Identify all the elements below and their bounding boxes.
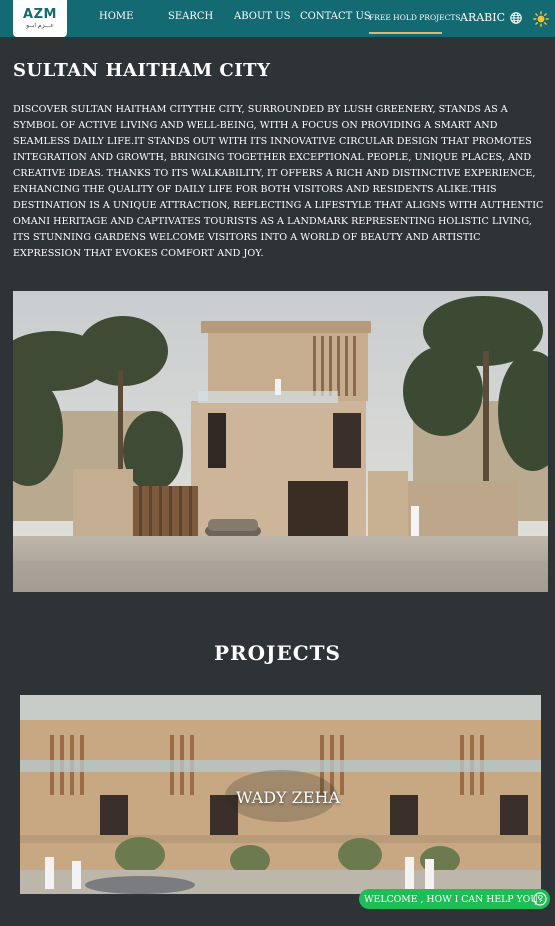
- chat-welcome-text: WELCOME , HOW I CAN HELP YOU?: [364, 893, 544, 905]
- project-name: WADY ZEHA: [236, 787, 340, 807]
- page-title: SULTAN HAITHAM CITY: [13, 60, 271, 81]
- whatsapp-icon: [533, 892, 547, 906]
- sun-icon[interactable]: [533, 11, 549, 27]
- city-description: DISCOVER SULTAN HAITHAM CITYTHE CITY, SU…: [13, 104, 544, 259]
- azm-logo[interactable]: AZM عـــزم ابــو: [13, 0, 67, 37]
- nav-link-search[interactable]: SEARCH: [168, 11, 213, 22]
- globe-icon: [510, 11, 522, 24]
- nav-link-contact-us[interactable]: CONTACT US: [300, 11, 371, 22]
- projects-heading: PROJECTS: [213, 641, 342, 665]
- logo-subtext: عـــزم ابــو: [26, 22, 54, 29]
- nav-link-home[interactable]: HOME: [99, 11, 133, 22]
- whatsapp-chat-button[interactable]: WELCOME , HOW I CAN HELP YOU?: [359, 889, 550, 909]
- project-card-wady-zeha[interactable]: WADY ZEHA: [20, 695, 541, 894]
- language-label: ARABIC: [460, 11, 506, 24]
- top-navigation-bar: AZM عـــزم ابــو HOME SEARCH ABOUT US CO…: [0, 0, 555, 37]
- nav-link-about-us[interactable]: ABOUT US: [234, 11, 291, 22]
- hero-villa-image: [13, 291, 548, 592]
- logo-wordmark: AZM: [23, 7, 57, 22]
- active-tab-underline: [369, 32, 442, 34]
- language-switch[interactable]: ARABIC: [460, 11, 522, 24]
- nav-link-free-hold-projects[interactable]: FREE HOLD PROJECTS: [369, 13, 460, 22]
